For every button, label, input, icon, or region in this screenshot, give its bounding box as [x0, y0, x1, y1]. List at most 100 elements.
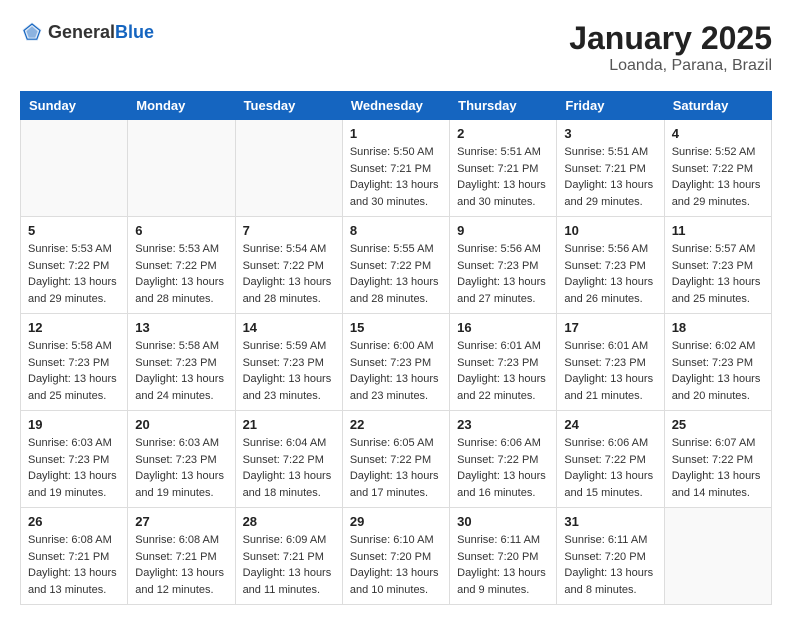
- day-info: Sunrise: 5:57 AMSunset: 7:23 PMDaylight:…: [672, 241, 764, 307]
- logo-general: General: [48, 22, 115, 42]
- weekday-header-wednesday: Wednesday: [342, 92, 449, 120]
- calendar-cell: [235, 120, 342, 217]
- day-info: Sunrise: 5:59 AMSunset: 7:23 PMDaylight:…: [243, 338, 335, 404]
- calendar-cell: 20 Sunrise: 6:03 AMSunset: 7:23 PMDayligh…: [128, 411, 235, 508]
- weekday-header-thursday: Thursday: [450, 92, 557, 120]
- day-number: 19: [28, 417, 120, 432]
- day-info: Sunrise: 6:00 AMSunset: 7:23 PMDaylight:…: [350, 338, 442, 404]
- day-info: Sunrise: 5:56 AMSunset: 7:23 PMDaylight:…: [457, 241, 549, 307]
- calendar-cell: 31Sunrise: 6:11 AMSunset: 7:20 PMDayligh…: [557, 508, 664, 605]
- day-number: 5: [28, 223, 120, 238]
- day-info: Sunrise: 5:54 AMSunset: 7:22 PMDaylight:…: [243, 241, 335, 307]
- day-number: 15: [350, 320, 442, 335]
- calendar-cell: 24 Sunrise: 6:06 AMSunset: 7:22 PMDayligh…: [557, 411, 664, 508]
- calendar-cell: 14 Sunrise: 5:59 AMSunset: 7:23 PMDayligh…: [235, 314, 342, 411]
- week-row-2: 5 Sunrise: 5:53 AMSunset: 7:22 PMDaylight…: [21, 217, 772, 314]
- day-info: Sunrise: 5:56 AMSunset: 7:23 PMDaylight:…: [564, 241, 656, 307]
- calendar-cell: 5 Sunrise: 5:53 AMSunset: 7:22 PMDaylight…: [21, 217, 128, 314]
- calendar-cell: 23 Sunrise: 6:06 AMSunset: 7:22 PMDayligh…: [450, 411, 557, 508]
- day-number: 9: [457, 223, 549, 238]
- day-info: Sunrise: 6:06 AMSunset: 7:22 PMDaylight:…: [564, 435, 656, 501]
- calendar-cell: 18 Sunrise: 6:02 AMSunset: 7:23 PMDayligh…: [664, 314, 771, 411]
- weekday-header-saturday: Saturday: [664, 92, 771, 120]
- day-number: 28: [243, 514, 335, 529]
- calendar-cell: 9 Sunrise: 5:56 AMSunset: 7:23 PMDaylight…: [450, 217, 557, 314]
- calendar-cell: 26Sunrise: 6:08 AMSunset: 7:21 PMDayligh…: [21, 508, 128, 605]
- calendar-cell: 15 Sunrise: 6:00 AMSunset: 7:23 PMDayligh…: [342, 314, 449, 411]
- day-info: Sunrise: 6:02 AMSunset: 7:23 PMDaylight:…: [672, 338, 764, 404]
- calendar-cell: 1 Sunrise: 5:50 AMSunset: 7:21 PMDaylight…: [342, 120, 449, 217]
- page-header: GeneralBlue January 2025 Loanda, Parana,…: [20, 20, 772, 75]
- day-info: Sunrise: 6:07 AMSunset: 7:22 PMDaylight:…: [672, 435, 764, 501]
- day-info: Sunrise: 6:01 AMSunset: 7:23 PMDaylight:…: [564, 338, 656, 404]
- calendar-cell: 8 Sunrise: 5:55 AMSunset: 7:22 PMDaylight…: [342, 217, 449, 314]
- calendar-cell: 27Sunrise: 6:08 AMSunset: 7:21 PMDayligh…: [128, 508, 235, 605]
- day-info: Sunrise: 6:06 AMSunset: 7:22 PMDaylight:…: [457, 435, 549, 501]
- day-number: 24: [564, 417, 656, 432]
- calendar-body: 1 Sunrise: 5:50 AMSunset: 7:21 PMDaylight…: [21, 120, 772, 605]
- day-info: Sunrise: 5:55 AMSunset: 7:22 PMDaylight:…: [350, 241, 442, 307]
- day-info: Sunrise: 6:08 AMSunset: 7:21 PMDaylight:…: [28, 532, 120, 598]
- day-number: 8: [350, 223, 442, 238]
- day-info: Sunrise: 5:58 AMSunset: 7:23 PMDaylight:…: [135, 338, 227, 404]
- calendar-header: SundayMondayTuesdayWednesdayThursdayFrid…: [21, 92, 772, 120]
- calendar-cell: 25Sunrise: 6:07 AMSunset: 7:22 PMDayligh…: [664, 411, 771, 508]
- day-info: Sunrise: 6:11 AMSunset: 7:20 PMDaylight:…: [457, 532, 549, 598]
- calendar-cell: 29Sunrise: 6:10 AMSunset: 7:20 PMDayligh…: [342, 508, 449, 605]
- day-number: 12: [28, 320, 120, 335]
- day-info: Sunrise: 6:04 AMSunset: 7:22 PMDaylight:…: [243, 435, 335, 501]
- calendar-cell: 17Sunrise: 6:01 AMSunset: 7:23 PMDayligh…: [557, 314, 664, 411]
- weekday-header-sunday: Sunday: [21, 92, 128, 120]
- calendar-cell: 30 Sunrise: 6:11 AMSunset: 7:20 PMDayligh…: [450, 508, 557, 605]
- day-info: Sunrise: 6:01 AMSunset: 7:23 PMDaylight:…: [457, 338, 549, 404]
- calendar-cell: 28Sunrise: 6:09 AMSunset: 7:21 PMDayligh…: [235, 508, 342, 605]
- calendar-cell: 12 Sunrise: 5:58 AMSunset: 7:23 PMDayligh…: [21, 314, 128, 411]
- day-info: Sunrise: 5:51 AMSunset: 7:21 PMDaylight:…: [564, 144, 656, 210]
- logo-text: GeneralBlue: [48, 22, 154, 43]
- day-number: 18: [672, 320, 764, 335]
- calendar-cell: 7 Sunrise: 5:54 AMSunset: 7:22 PMDaylight…: [235, 217, 342, 314]
- day-number: 6: [135, 223, 227, 238]
- calendar-cell: 10Sunrise: 5:56 AMSunset: 7:23 PMDayligh…: [557, 217, 664, 314]
- day-number: 2: [457, 126, 549, 141]
- weekday-header-friday: Friday: [557, 92, 664, 120]
- logo-blue: Blue: [115, 22, 154, 42]
- day-number: 16: [457, 320, 549, 335]
- weekday-header-row: SundayMondayTuesdayWednesdayThursdayFrid…: [21, 92, 772, 120]
- day-number: 30: [457, 514, 549, 529]
- day-number: 14: [243, 320, 335, 335]
- day-number: 3: [564, 126, 656, 141]
- day-number: 1: [350, 126, 442, 141]
- day-info: Sunrise: 5:53 AMSunset: 7:22 PMDaylight:…: [28, 241, 120, 307]
- day-number: 23: [457, 417, 549, 432]
- calendar-cell: 16 Sunrise: 6:01 AMSunset: 7:23 PMDayligh…: [450, 314, 557, 411]
- week-row-4: 19 Sunrise: 6:03 AMSunset: 7:23 PMDayligh…: [21, 411, 772, 508]
- calendar-cell: 3 Sunrise: 5:51 AMSunset: 7:21 PMDaylight…: [557, 120, 664, 217]
- calendar-cell: 4Sunrise: 5:52 AMSunset: 7:22 PMDaylight…: [664, 120, 771, 217]
- day-number: 13: [135, 320, 227, 335]
- day-number: 20: [135, 417, 227, 432]
- day-number: 29: [350, 514, 442, 529]
- day-info: Sunrise: 5:50 AMSunset: 7:21 PMDaylight:…: [350, 144, 442, 210]
- day-number: 21: [243, 417, 335, 432]
- day-number: 7: [243, 223, 335, 238]
- calendar-cell: [21, 120, 128, 217]
- calendar-cell: 2Sunrise: 5:51 AMSunset: 7:21 PMDaylight…: [450, 120, 557, 217]
- calendar-cell: 21 Sunrise: 6:04 AMSunset: 7:22 PMDayligh…: [235, 411, 342, 508]
- calendar-cell: 22Sunrise: 6:05 AMSunset: 7:22 PMDayligh…: [342, 411, 449, 508]
- calendar-cell: 13 Sunrise: 5:58 AMSunset: 7:23 PMDayligh…: [128, 314, 235, 411]
- day-number: 31: [564, 514, 656, 529]
- day-number: 27: [135, 514, 227, 529]
- day-info: Sunrise: 6:03 AMSunset: 7:23 PMDaylight:…: [135, 435, 227, 501]
- day-number: 4: [672, 126, 764, 141]
- day-info: Sunrise: 5:58 AMSunset: 7:23 PMDaylight:…: [28, 338, 120, 404]
- day-info: Sunrise: 6:03 AMSunset: 7:23 PMDaylight:…: [28, 435, 120, 501]
- day-info: Sunrise: 6:05 AMSunset: 7:22 PMDaylight:…: [350, 435, 442, 501]
- calendar-cell: [664, 508, 771, 605]
- calendar-cell: 6Sunrise: 5:53 AMSunset: 7:22 PMDaylight…: [128, 217, 235, 314]
- calendar-subtitle: Loanda, Parana, Brazil: [569, 57, 772, 75]
- week-row-3: 12 Sunrise: 5:58 AMSunset: 7:23 PMDayligh…: [21, 314, 772, 411]
- week-row-1: 1 Sunrise: 5:50 AMSunset: 7:21 PMDaylight…: [21, 120, 772, 217]
- calendar-table: SundayMondayTuesdayWednesdayThursdayFrid…: [20, 91, 772, 605]
- calendar-cell: 11Sunrise: 5:57 AMSunset: 7:23 PMDayligh…: [664, 217, 771, 314]
